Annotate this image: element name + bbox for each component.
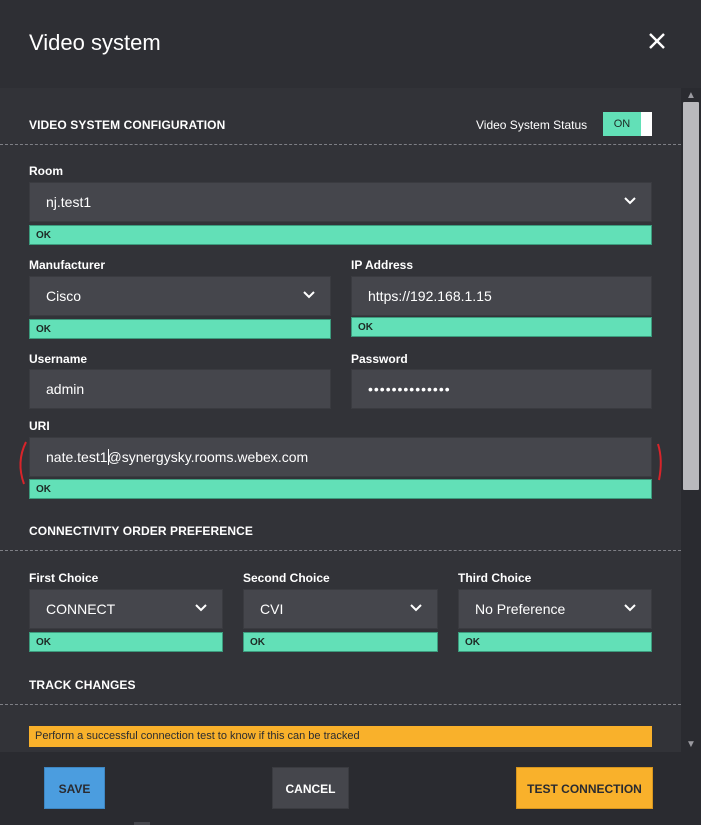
manufacturer-select[interactable]: Cisco [29, 276, 331, 316]
username-label: Username [29, 352, 88, 366]
uri-label: URI [29, 419, 50, 433]
chevron-down-icon [303, 291, 315, 299]
section-divider [0, 704, 681, 705]
save-button[interactable]: SAVE [44, 767, 105, 809]
ip-status: OK [351, 317, 652, 337]
section-title-connectivity: CONNECTIVITY ORDER PREFERENCE [29, 524, 254, 538]
annotation-right-mark [657, 443, 662, 481]
room-select[interactable]: nj.test1 [29, 182, 652, 222]
first-choice-status: OK [29, 632, 223, 652]
manufacturer-value: Cisco [46, 288, 82, 304]
status-toggle-value: ON [603, 112, 641, 136]
password-value: •••••••••••••• [368, 381, 451, 397]
third-choice-label: Third Choice [458, 571, 532, 585]
first-choice-select[interactable]: CONNECT [29, 589, 223, 629]
test-connection-button[interactable]: TEST CONNECTION [516, 767, 653, 809]
chevron-down-icon [624, 604, 636, 612]
dialog-header: Video system [0, 0, 701, 88]
vertical-scrollbar[interactable]: ▲ ▼ [681, 88, 701, 752]
third-choice-status: OK [458, 632, 652, 652]
close-icon[interactable] [645, 29, 669, 53]
manufacturer-status: OK [29, 319, 331, 339]
track-warning: Perform a successful connection test to … [29, 726, 652, 747]
third-choice-select[interactable]: No Preference [458, 589, 652, 629]
scroll-up-icon[interactable]: ▲ [686, 90, 696, 101]
second-choice-select[interactable]: CVI [243, 589, 438, 629]
cancel-button[interactable]: CANCEL [272, 767, 349, 809]
section-title-track: TRACK CHANGES [29, 678, 136, 692]
section-title-config: VIDEO SYSTEM CONFIGURATION [29, 118, 226, 132]
ip-input[interactable]: https://192.168.1.15 [351, 276, 652, 316]
room-status: OK [29, 225, 652, 245]
third-choice-value: No Preference [475, 601, 566, 617]
text-cursor [108, 449, 109, 465]
uri-status: OK [29, 479, 652, 499]
first-choice-label: First Choice [29, 571, 99, 585]
manufacturer-label: Manufacturer [29, 258, 106, 272]
ip-label: IP Address [351, 258, 414, 272]
password-label: Password [351, 352, 408, 366]
chevron-down-icon [624, 197, 636, 205]
dialog-title: Video system [29, 30, 161, 55]
second-choice-value: CVI [260, 601, 284, 617]
annotation-left-mark [19, 441, 27, 485]
chevron-down-icon [195, 604, 207, 612]
chevron-down-icon [410, 604, 422, 612]
ip-value: https://192.168.1.15 [368, 288, 492, 304]
uri-input[interactable]: nate.test1@synergysky.rooms.webex.com [29, 437, 652, 477]
second-choice-status: OK [243, 632, 438, 652]
room-label: Room [29, 164, 63, 178]
section-divider [0, 550, 681, 551]
username-input[interactable]: admin [29, 369, 331, 409]
uri-value: nate.test1@synergysky.rooms.webex.com [46, 449, 309, 465]
room-value: nj.test1 [46, 194, 92, 210]
status-toggle[interactable]: ON [603, 112, 652, 136]
first-choice-value: CONNECT [46, 601, 116, 617]
section-divider [0, 144, 681, 145]
username-value: admin [46, 381, 85, 397]
second-choice-label: Second Choice [243, 571, 330, 585]
status-label: Video System Status [476, 118, 588, 132]
scrollbar-thumb[interactable] [683, 102, 699, 490]
scroll-down-icon[interactable]: ▼ [686, 739, 696, 750]
password-input[interactable]: •••••••••••••• [351, 369, 652, 409]
